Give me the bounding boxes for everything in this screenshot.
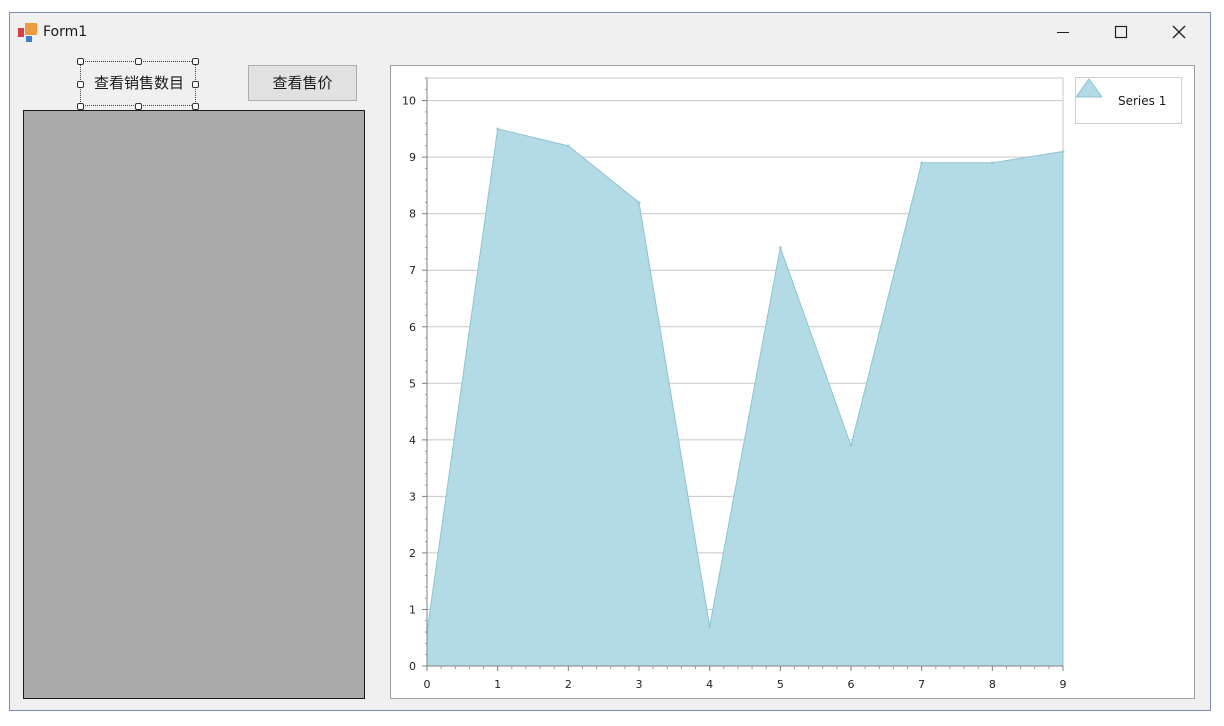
resize-handle[interactable]: [135, 58, 142, 65]
y-tick-label: 8: [409, 208, 416, 221]
data-point: [566, 144, 570, 148]
x-tick-label: 5: [777, 678, 784, 691]
resize-handle[interactable]: [77, 103, 84, 110]
y-tick-label: 0: [409, 660, 416, 673]
resize-handle[interactable]: [192, 81, 199, 88]
resize-handle[interactable]: [135, 103, 142, 110]
x-tick-label: 3: [636, 678, 643, 691]
resize-handle[interactable]: [192, 103, 199, 110]
maximize-button[interactable]: [1092, 13, 1150, 51]
data-point: [778, 246, 782, 250]
data-point: [496, 127, 500, 131]
data-point: [1061, 150, 1065, 153]
x-tick-label: 8: [989, 678, 996, 691]
x-tick-label: 6: [848, 678, 855, 691]
resize-handle[interactable]: [192, 58, 199, 65]
data-point: [920, 161, 924, 165]
x-tick-label: 2: [565, 678, 572, 691]
data-point: [708, 624, 712, 628]
design-selection-frame: [77, 58, 199, 110]
app-icon: [18, 23, 38, 43]
chart-legend: Series 1: [1075, 77, 1182, 124]
title-bar[interactable]: Form1: [10, 13, 1210, 51]
y-tick-label: 5: [409, 377, 416, 390]
minimize-icon: [1057, 32, 1069, 33]
close-button[interactable]: [1150, 13, 1208, 51]
minimize-button[interactable]: [1034, 13, 1092, 51]
maximize-icon: [1114, 25, 1128, 39]
x-tick-label: 4: [706, 678, 713, 691]
x-tick-label: 7: [918, 678, 925, 691]
resize-handle[interactable]: [77, 58, 84, 65]
y-tick-label: 6: [409, 321, 416, 334]
y-tick-label: 2: [409, 547, 416, 560]
chart-control[interactable]: 0 1 2 3 4 5 6 7 8 9 10 0 1 2 3 4 5 6 7 8 9 Series 1: [390, 65, 1195, 699]
window-title: Form1: [43, 24, 88, 40]
y-tick-label: 1: [409, 603, 416, 616]
view-price-button[interactable]: 查看售价: [248, 65, 357, 101]
area-chart: 0 1 2 3 4 5 6 7 8 9 10 0 1 2 3 4 5 6 7 8 9: [402, 77, 1067, 691]
close-icon: [1172, 25, 1186, 39]
main-window: Form1 查看销售数目 查看售价 0 1 2 3 4 5 6 7 8 9 10 0 1 2 3 4 5 6 7 8 9…: [9, 12, 1211, 711]
data-point: [637, 200, 641, 204]
y-tick-label: 10: [402, 95, 416, 108]
legend-label: Series 1: [1118, 94, 1167, 108]
y-tick-label: 4: [409, 434, 416, 447]
x-tick-label: 0: [424, 678, 431, 691]
data-point: [990, 161, 994, 165]
legend-marker-icon: [1076, 78, 1102, 98]
resize-handle[interactable]: [77, 81, 84, 88]
y-tick-label: 7: [409, 264, 416, 277]
x-tick-label: 1: [494, 678, 501, 691]
data-grid-view[interactable]: [23, 110, 365, 699]
y-tick-label: 9: [409, 151, 416, 164]
x-tick-label: 9: [1060, 678, 1067, 691]
y-tick-label: 3: [409, 490, 416, 503]
data-point: [849, 444, 853, 447]
